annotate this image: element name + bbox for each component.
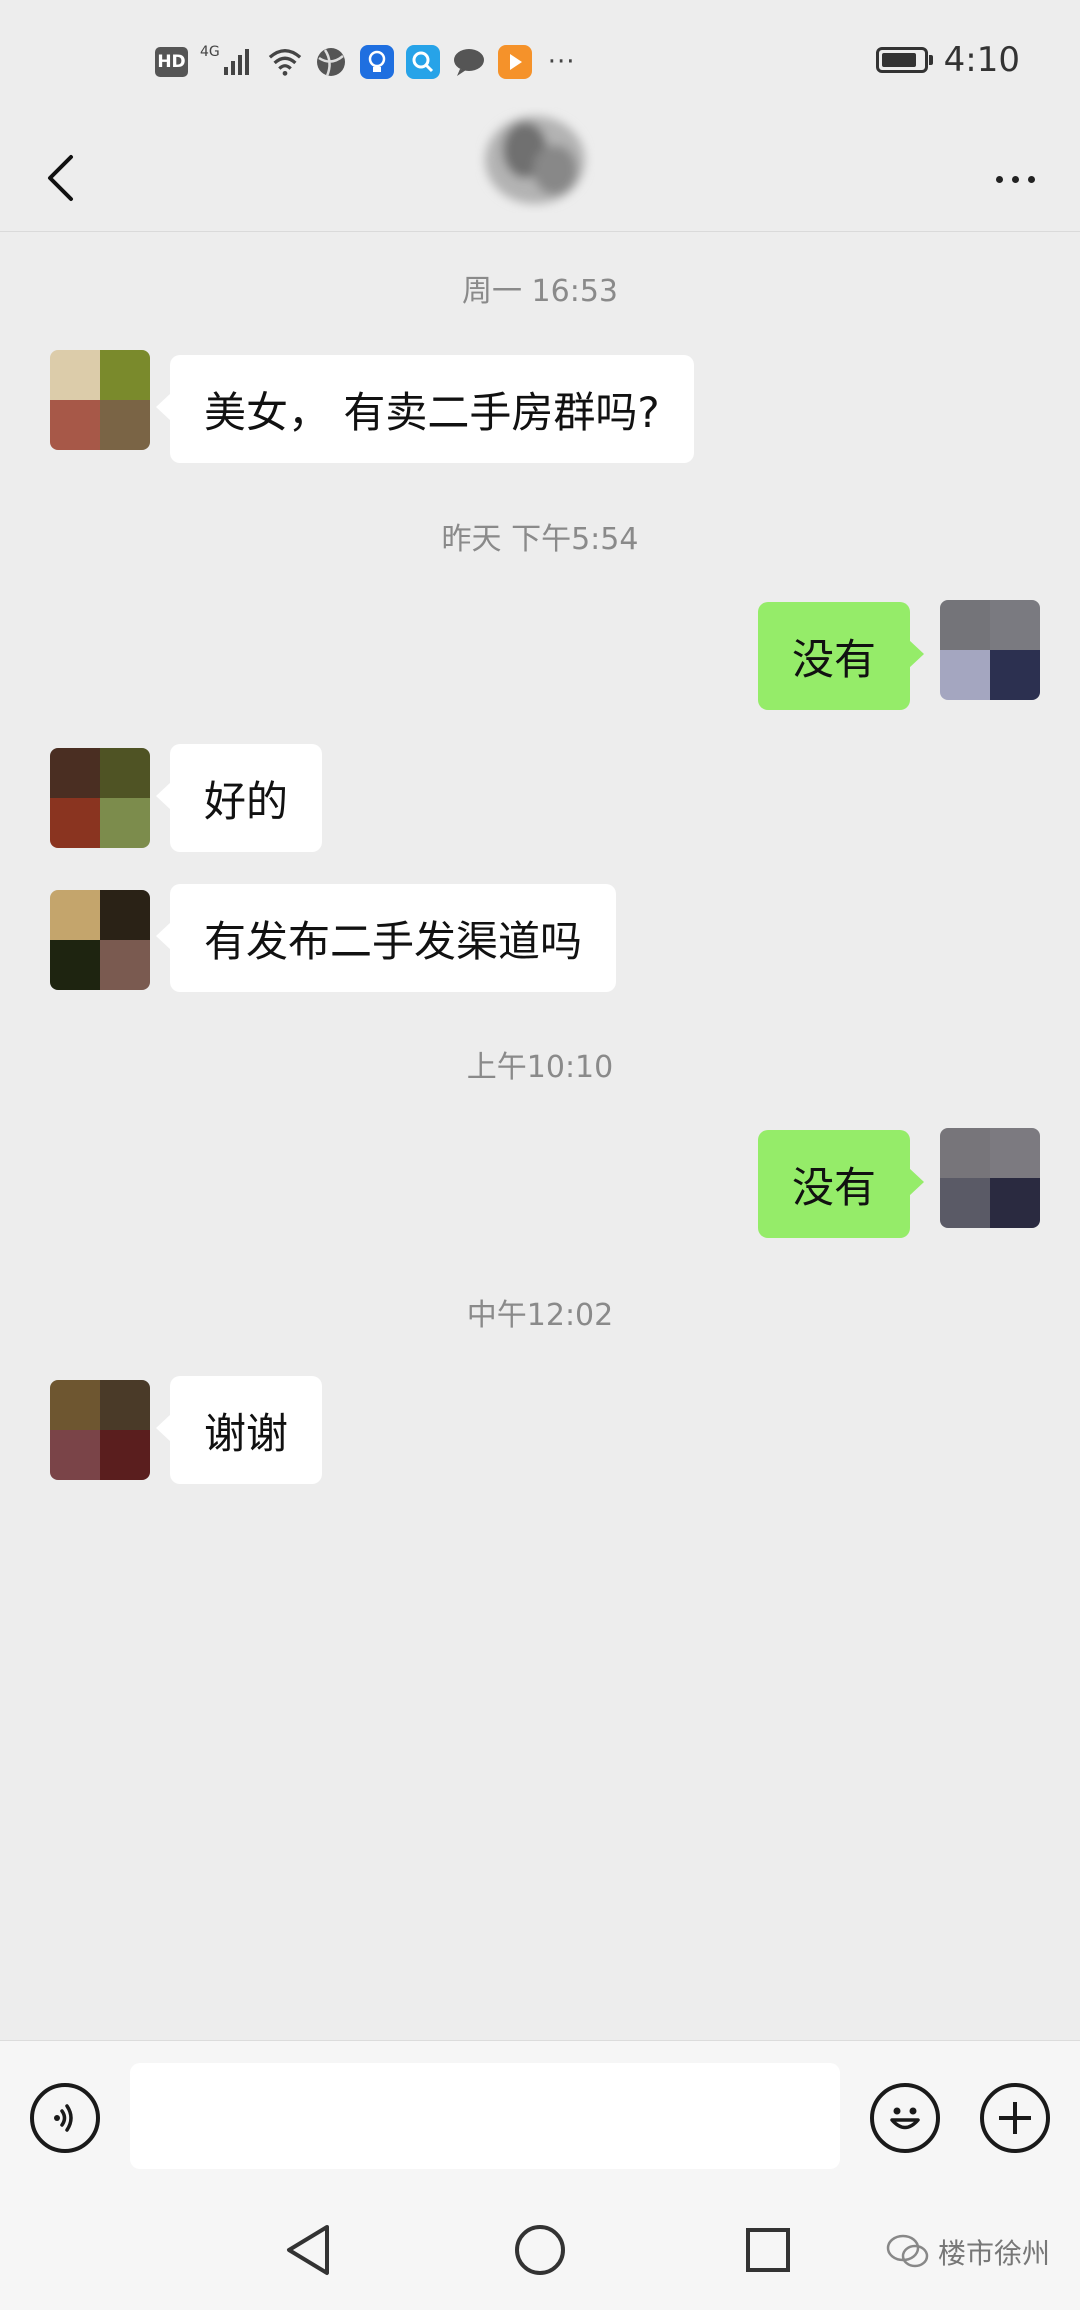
dot-icon xyxy=(1011,175,1019,183)
incoming-message-bubble[interactable]: 好的 xyxy=(155,744,323,852)
chat-input-bar xyxy=(0,2040,1080,2191)
message-input[interactable] xyxy=(130,2063,840,2169)
watermark: 楼市徐州 xyxy=(886,2232,1050,2272)
contact-avatar[interactable] xyxy=(50,1380,150,1480)
wechat-logo-icon xyxy=(886,2234,929,2268)
battery-level-fill xyxy=(881,53,916,67)
contact-name-blurred[interactable] xyxy=(465,105,615,215)
contact-avatar[interactable] xyxy=(50,890,150,990)
more-functions-button[interactable] xyxy=(980,2083,1050,2153)
square-recents-icon xyxy=(746,2228,790,2272)
triangle-back-icon xyxy=(287,2225,329,2275)
message-timestamp: 上午10:10 xyxy=(466,1050,614,1085)
smiley-icon xyxy=(890,2107,920,2130)
system-navigation-bar: 楼市徐州 xyxy=(0,2190,1080,2310)
dot-icon xyxy=(995,175,1003,183)
system-back-button[interactable] xyxy=(278,2220,338,2280)
status-icons: HD 4G ··· xyxy=(155,42,576,82)
incoming-message-bubble[interactable]: 美女， 有卖二手房群吗? xyxy=(156,355,694,463)
system-home-button[interactable] xyxy=(510,2220,570,2280)
emoji-button[interactable] xyxy=(870,2083,940,2153)
voice-wave-icon xyxy=(54,2104,73,2132)
contact-avatar[interactable] xyxy=(50,748,150,848)
watermark-text: 楼市徐州 xyxy=(937,2237,1050,2270)
back-button[interactable] xyxy=(30,145,90,211)
video-app-icon xyxy=(497,45,532,79)
more-notifications-label: ··· xyxy=(547,47,576,77)
voice-input-button[interactable] xyxy=(30,2083,100,2153)
message-timestamp: 昨天 下午5:54 xyxy=(441,522,639,557)
plus-icon xyxy=(999,2102,1031,2134)
battery-icon xyxy=(875,47,933,73)
wifi-icon xyxy=(268,45,302,79)
globe-app-icon xyxy=(314,45,348,79)
circle-home-icon xyxy=(515,2225,565,2275)
my-avatar[interactable] xyxy=(940,600,1040,700)
message-timestamp: 中午12:02 xyxy=(466,1298,614,1333)
hd-badge: HD xyxy=(155,47,188,77)
chat-app-icon xyxy=(452,45,486,79)
status-right: 4:10 xyxy=(875,40,1020,80)
search-app-icon xyxy=(405,45,440,79)
message-timestamp: 周一 16:53 xyxy=(462,274,618,309)
incoming-message-bubble[interactable]: 有发布二手发渠道吗 xyxy=(155,884,617,992)
system-recents-button[interactable] xyxy=(738,2220,798,2280)
more-options-button[interactable] xyxy=(980,149,1050,209)
my-avatar[interactable] xyxy=(940,1128,1040,1228)
status-time: 4:10 xyxy=(943,40,1020,80)
incoming-message-bubble[interactable]: 谢谢 xyxy=(155,1376,323,1484)
dot-icon xyxy=(1027,175,1035,183)
network-type-label: 4G xyxy=(200,44,220,60)
signal-icon xyxy=(222,45,256,79)
contact-avatar[interactable] xyxy=(50,350,150,450)
outgoing-message-bubble[interactable]: 没有 xyxy=(757,602,925,710)
chat-header xyxy=(0,116,1080,232)
chevron-left-icon xyxy=(48,155,73,201)
bulb-app-icon xyxy=(359,45,394,79)
outgoing-message-bubble[interactable]: 没有 xyxy=(757,1130,925,1238)
